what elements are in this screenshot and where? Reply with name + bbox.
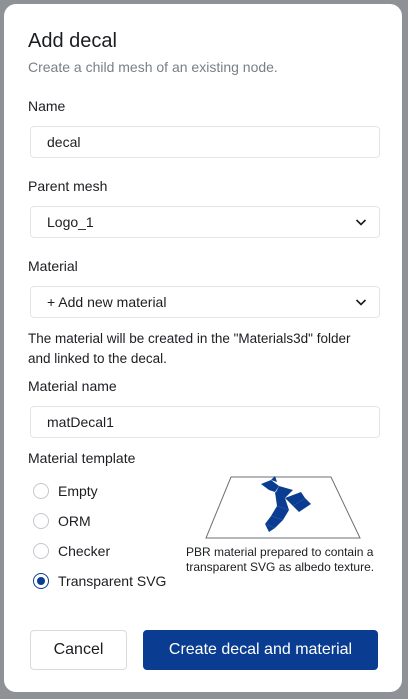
material-name-field-wrapper xyxy=(30,406,380,438)
cancel-button[interactable]: Cancel xyxy=(30,630,127,670)
dialog-title: Add decal xyxy=(28,30,117,52)
parent-mesh-value: Logo_1 xyxy=(47,214,94,230)
template-option-label: Transparent SVG xyxy=(58,573,167,589)
material-value: + Add new material xyxy=(47,294,167,310)
parent-mesh-label: Parent mesh xyxy=(28,178,108,194)
template-option-label: Empty xyxy=(58,483,98,499)
material-select[interactable]: + Add new material xyxy=(30,286,380,318)
chevron-down-icon xyxy=(355,219,367,226)
create-decal-and-material-button[interactable]: Create decal and material xyxy=(143,630,378,670)
chevron-down-icon xyxy=(355,299,367,306)
radio-button[interactable] xyxy=(33,483,49,499)
template-option-label: ORM xyxy=(58,513,91,529)
template-option-transparent-svg[interactable]: Transparent SVG xyxy=(33,570,166,592)
add-decal-dialog: Add decal Create a child mesh of an exis… xyxy=(4,4,402,692)
template-option-checker[interactable]: Checker xyxy=(33,540,110,562)
parent-mesh-select[interactable]: Logo_1 xyxy=(30,206,380,238)
name-field-wrapper xyxy=(30,126,380,158)
material-name-input[interactable] xyxy=(31,407,379,437)
radio-button[interactable] xyxy=(33,543,49,559)
template-option-empty[interactable]: Empty xyxy=(33,480,98,502)
radio-button-checked[interactable] xyxy=(33,573,49,589)
material-template-label: Material template xyxy=(28,450,136,466)
dialog-subtitle: Create a child mesh of an existing node. xyxy=(28,59,278,75)
template-preview-image xyxy=(205,476,361,539)
template-description: PBR material prepared to contain a trans… xyxy=(186,545,375,574)
name-label: Name xyxy=(28,98,66,114)
radio-button[interactable] xyxy=(33,513,49,529)
template-option-orm[interactable]: ORM xyxy=(33,510,91,532)
material-label: Material xyxy=(28,258,78,274)
material-name-label: Material name xyxy=(28,378,117,394)
template-option-label: Checker xyxy=(58,543,111,559)
material-help-text: The material will be created in the "Mat… xyxy=(28,331,351,366)
name-input[interactable] xyxy=(31,127,379,157)
